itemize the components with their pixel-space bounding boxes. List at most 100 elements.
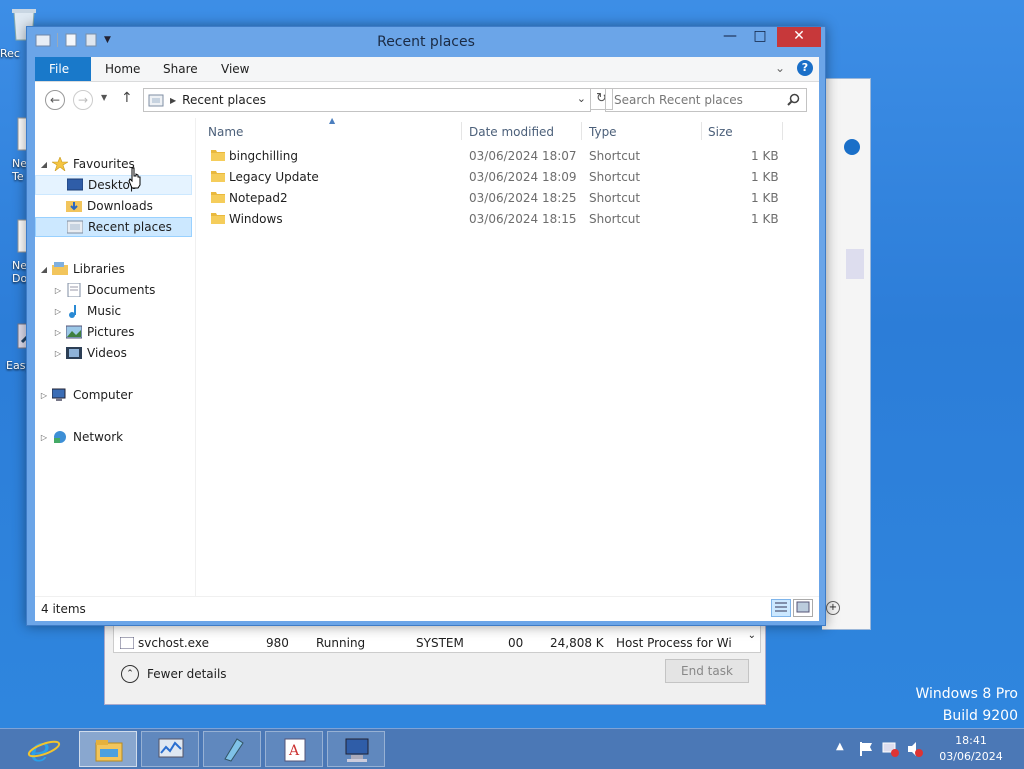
column-header-date[interactable]: Date modified (469, 125, 554, 139)
end-task-button[interactable]: End task (665, 659, 749, 683)
column-separator[interactable] (581, 122, 582, 140)
taskbar-button-performance[interactable] (141, 731, 199, 767)
process-description: Host Process for Wi (616, 636, 732, 650)
file-row[interactable]: bingchilling 03/06/2024 18:07 Shortcut 1… (211, 146, 779, 166)
address-dropdown-icon[interactable]: ⌄ (577, 92, 586, 105)
expand-arrow-icon[interactable]: ▷ (39, 433, 49, 442)
nav-computer[interactable]: ▷ Computer (39, 385, 133, 405)
tab-file[interactable]: File (35, 57, 91, 81)
tab-view[interactable]: View (207, 57, 263, 81)
column-header-size[interactable]: Size (708, 125, 733, 139)
taskbar-button-wordpad[interactable]: A (265, 731, 323, 767)
nav-network[interactable]: ▷ Network (39, 427, 123, 447)
process-pid: 980 (266, 636, 289, 650)
file-name: Legacy Update (229, 170, 319, 184)
navigation-bar: ← → ▼ ↑ ▶ Recent places ⌄ ↻ Search Recen… (35, 82, 819, 118)
tab-home[interactable]: Home (91, 57, 154, 81)
add-icon[interactable]: + (826, 601, 840, 615)
column-separator[interactable] (461, 122, 462, 140)
folder-shortcut-icon (211, 171, 225, 182)
nav-label: Favourites (73, 157, 135, 171)
file-name: Windows (229, 212, 283, 226)
fewer-details-button[interactable]: ⌃ Fewer details (121, 665, 227, 683)
close-button[interactable]: ✕ (777, 27, 821, 47)
file-list: ▲ Name Date modified Type Size bingchill… (205, 116, 819, 596)
file-row[interactable]: Legacy Update 03/06/2024 18:09 Shortcut … (211, 167, 779, 187)
expand-arrow-icon[interactable]: ▷ (53, 307, 63, 316)
nav-label: Music (87, 304, 122, 318)
file-type: Shortcut (589, 212, 641, 226)
show-hidden-icons-icon[interactable]: ▲ (836, 741, 844, 752)
column-separator[interactable] (782, 122, 783, 140)
nav-libraries[interactable]: ◢ Libraries (39, 259, 125, 279)
taskbar-button-explorer[interactable] (79, 731, 137, 767)
svg-text:A: A (288, 743, 300, 759)
help-icon[interactable]: ? (797, 60, 813, 76)
expand-arrow-icon[interactable]: ▷ (53, 328, 63, 337)
process-memory: 24,808 K (550, 636, 604, 650)
watermark-build: Build 9200 (942, 708, 1018, 724)
file-row[interactable]: Notepad2 03/06/2024 18:25 Shortcut 1 KB (211, 188, 779, 208)
expand-arrow-icon[interactable]: ▷ (53, 349, 63, 358)
performance-monitor-icon (158, 738, 184, 758)
title-bar[interactable]: ▼ Recent places — □ ✕ (27, 27, 825, 57)
nav-recent-places[interactable]: Recent places (35, 217, 192, 237)
search-icon[interactable] (787, 93, 800, 106)
file-size: 1 KB (751, 212, 779, 226)
expand-arrow-icon[interactable]: ▷ (53, 286, 63, 295)
folder-shortcut-icon (211, 192, 225, 203)
videos-icon (66, 347, 82, 359)
scrollbar[interactable] (846, 249, 864, 279)
nav-desktop[interactable]: Desktop (35, 175, 192, 195)
breadcrumb-separator-icon[interactable]: ▶ (170, 96, 176, 105)
nav-documents[interactable]: ▷ Documents (53, 280, 155, 300)
collapse-arrow-icon[interactable]: ◢ (39, 265, 49, 274)
forward-button[interactable]: → (73, 90, 93, 110)
file-date: 03/06/2024 18:09 (469, 170, 577, 184)
taskbar-button-ie[interactable]: e (26, 730, 70, 769)
file-row[interactable]: Windows 03/06/2024 18:15 Shortcut 1 KB (211, 209, 779, 229)
search-placeholder: Search Recent places (614, 93, 743, 107)
nav-music[interactable]: ▷ Music (53, 301, 121, 321)
recent-locations-dropdown-icon[interactable]: ▼ (101, 93, 107, 102)
table-row[interactable]: svchost.exe 980 Running SYSTEM 00 24,808… (114, 634, 754, 652)
taskbar-button-notepad[interactable] (203, 731, 261, 767)
search-input[interactable]: Search Recent places (605, 88, 807, 112)
column-separator[interactable] (701, 122, 702, 140)
nav-videos[interactable]: ▷ Videos (53, 343, 127, 363)
help-icon[interactable] (844, 139, 860, 155)
expand-ribbon-icon[interactable]: ⌄ (775, 61, 785, 75)
collapse-arrow-icon[interactable]: ◢ (39, 160, 49, 169)
expand-arrow-icon[interactable]: ▷ (39, 391, 49, 400)
breadcrumb[interactable]: Recent places (182, 93, 266, 107)
back-button[interactable]: ← (45, 90, 65, 110)
status-bar: 4 items (35, 596, 819, 621)
network-disconnected-icon[interactable] (882, 741, 900, 757)
address-bar[interactable]: ▶ Recent places ⌄ (143, 88, 591, 112)
item-count: 4 items (41, 602, 86, 616)
column-header-type[interactable]: Type (589, 125, 617, 139)
background-window[interactable]: + (822, 78, 871, 630)
nav-label: Videos (87, 346, 127, 360)
scroll-down-icon[interactable]: ⌄ (748, 630, 756, 641)
ribbon: File Home Share View ⌄ ? (35, 57, 819, 82)
process-status: Running (316, 636, 366, 650)
internet-explorer-icon: e (27, 730, 61, 769)
nav-pictures[interactable]: ▷ Pictures (53, 322, 135, 342)
details-view-icon (775, 602, 787, 612)
minimize-button[interactable]: — (717, 27, 743, 47)
up-arrow-icon[interactable]: ↑ (121, 90, 133, 106)
explorer-window[interactable]: ▼ Recent places — □ ✕ File Home Share Vi… (26, 26, 826, 626)
details-view-button[interactable] (771, 599, 791, 617)
action-center-flag-icon[interactable] (858, 741, 874, 757)
star-icon (52, 157, 68, 171)
large-icons-view-button[interactable] (793, 599, 813, 617)
column-header-name[interactable]: Name (208, 125, 243, 139)
nav-downloads[interactable]: Downloads (63, 196, 153, 216)
maximize-button[interactable]: □ (747, 27, 773, 47)
volume-muted-icon[interactable] (906, 741, 924, 757)
tab-share[interactable]: Share (149, 57, 212, 81)
system-clock[interactable]: 18:41 03/06/2024 (926, 733, 1016, 765)
nav-favourites[interactable]: ◢ Favourites (39, 154, 135, 174)
taskbar-button-remote[interactable] (327, 731, 385, 767)
